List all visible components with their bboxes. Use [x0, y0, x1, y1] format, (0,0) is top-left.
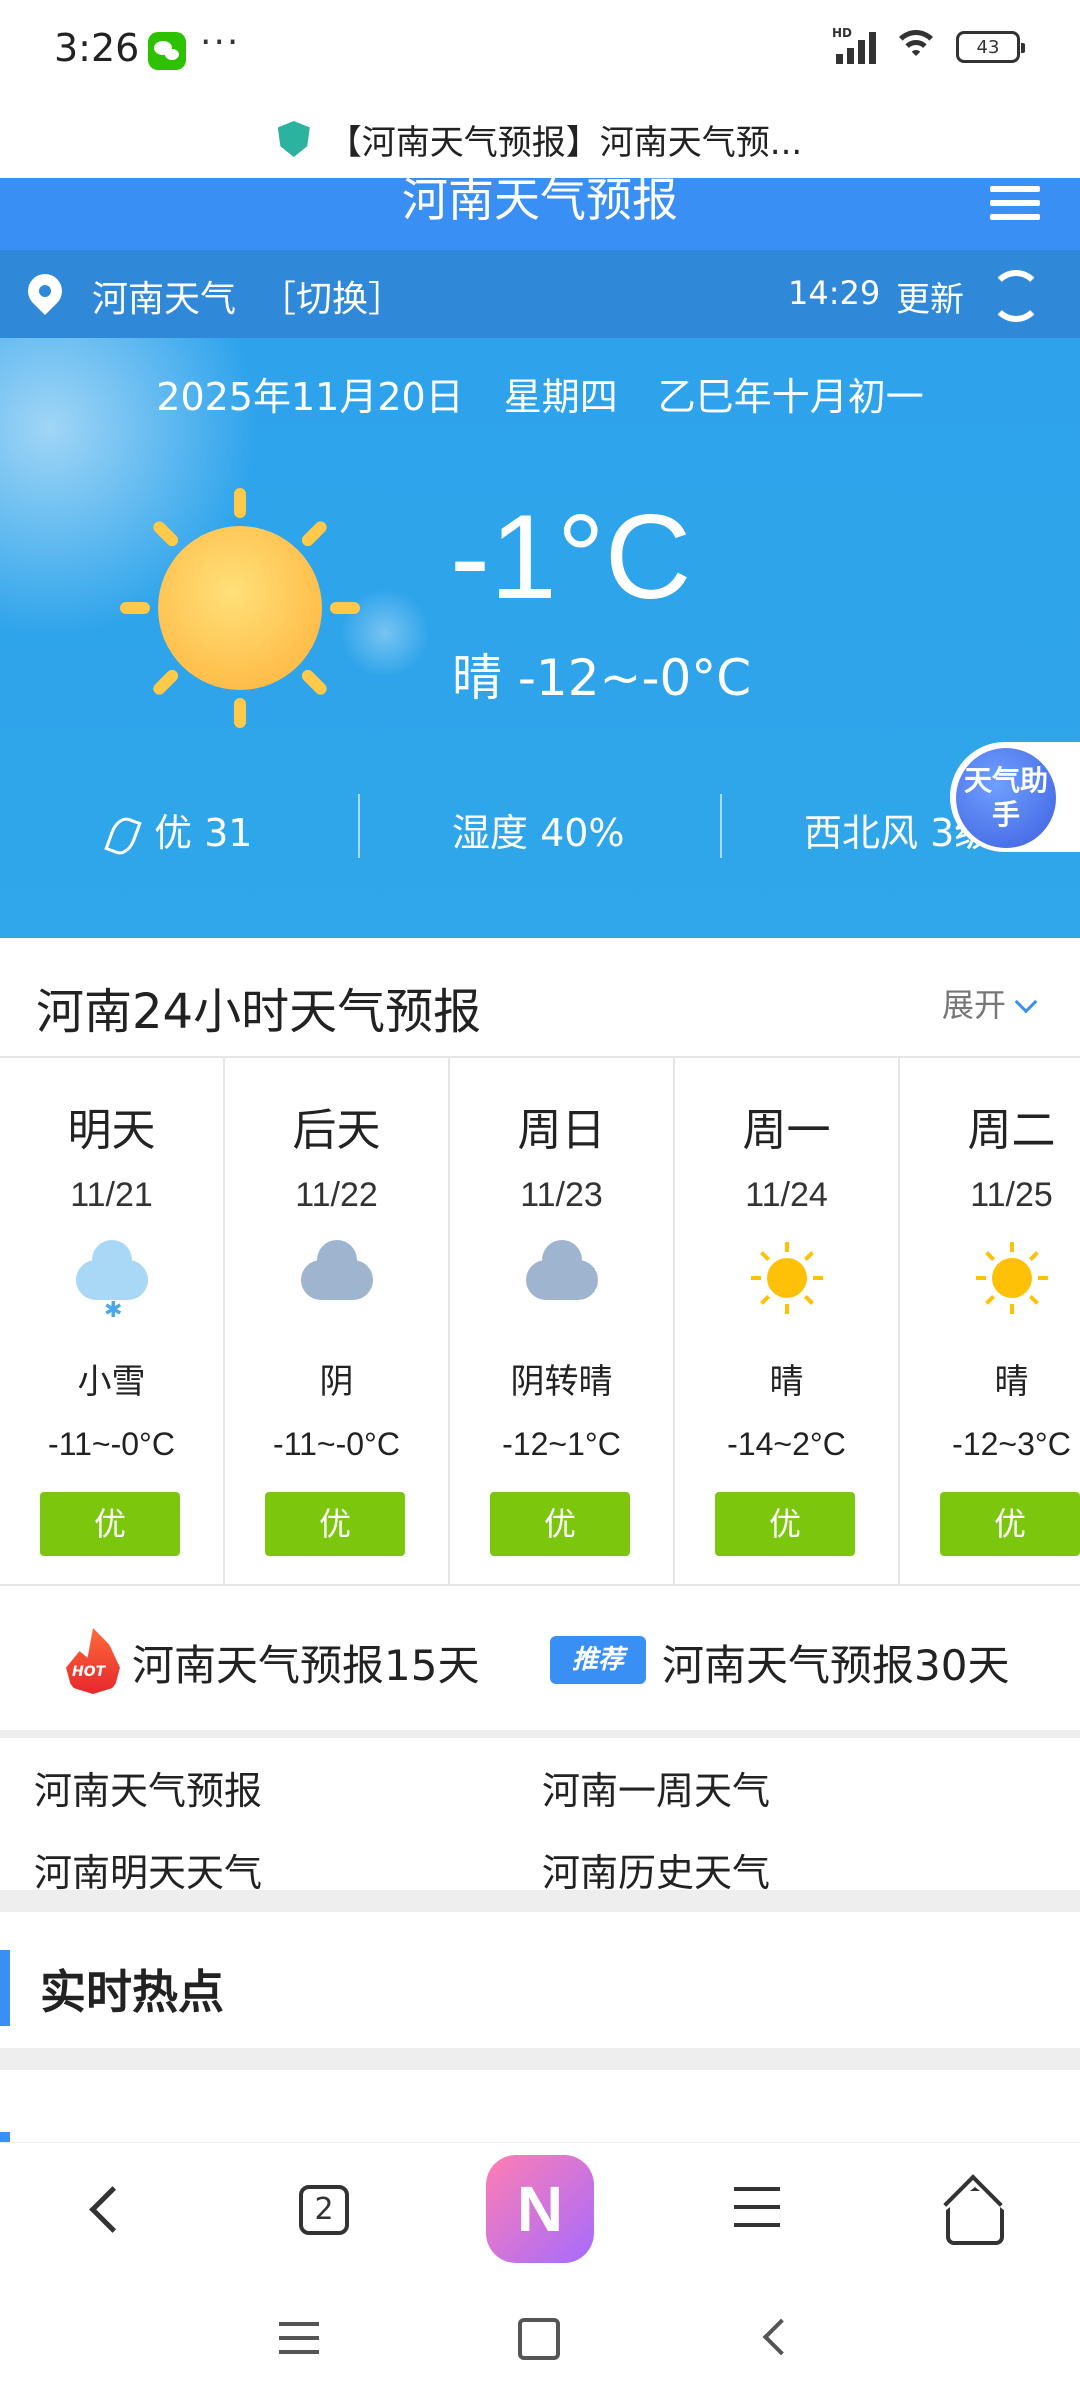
- leaf-icon: [104, 813, 142, 858]
- recent-apps-icon[interactable]: [274, 2312, 324, 2362]
- update-time: 14:29: [788, 274, 881, 312]
- humidity: 湿度 40%: [452, 811, 625, 855]
- forecast-day[interactable]: 明天 11/21 ✱ 小雪 -11~-0°C 优: [0, 1058, 225, 1584]
- sun-icon: [747, 1238, 827, 1318]
- next-section-peek: [0, 2092, 1080, 2142]
- forecast-day[interactable]: 周二 11/25 晴 -12~3°C 优: [900, 1058, 1080, 1584]
- date: 2025年11月20日: [156, 375, 464, 419]
- system-home-icon[interactable]: [512, 2312, 562, 2362]
- site-header: 河南天气预报: [0, 178, 1080, 250]
- quick-link[interactable]: 河南天气预报: [34, 1760, 262, 1815]
- forecast-30-days-link[interactable]: 河南天气预报30天: [662, 1632, 1009, 1693]
- forecast-title: 河南24小时天气预报: [36, 984, 482, 1040]
- refresh-label[interactable]: 更新: [896, 272, 964, 321]
- site-name: 河南天气预报: [402, 178, 678, 227]
- wifi-icon: [892, 30, 940, 64]
- status-time: 3:26: [54, 26, 140, 70]
- system-navigation-bar: [0, 2272, 1080, 2400]
- quick-link[interactable]: 河南一周天气: [542, 1760, 770, 1815]
- forecast-day[interactable]: 后天 11/22 阴 -11~-0°C 优: [225, 1058, 450, 1584]
- browser-title-bar[interactable]: 【河南天气预报】河南天气预...: [0, 100, 1080, 178]
- quick-link[interactable]: 河南历史天气: [542, 1842, 770, 1897]
- page-title: 【河南天气预报】河南天气预...: [327, 122, 803, 163]
- battery-icon: 43: [956, 31, 1025, 63]
- signal-icon: HD: [832, 26, 876, 64]
- cloud-icon: [297, 1238, 377, 1318]
- forecast-section-header: 河南24小时天气预报 展开: [0, 938, 1080, 1058]
- more-notifications-icon: ···: [200, 22, 241, 63]
- wechat-notification-icon: [148, 32, 186, 70]
- today-condition-range: 晴 -12~-0°C: [452, 649, 752, 707]
- aqi-badge: 优: [940, 1492, 1080, 1556]
- switch-city-link[interactable]: ［切换］: [260, 270, 404, 322]
- forecast-day[interactable]: 周一 11/24 晴 -14~2°C 优: [675, 1058, 900, 1584]
- status-bar: 3:26 ··· HD 43: [0, 0, 1080, 100]
- snow-icon: ✱: [72, 1238, 152, 1323]
- system-back-icon[interactable]: [752, 2312, 802, 2362]
- current-weather-panel: 2025年11月20日 星期四 乙巳年十月初一 -1°C 晴 -12~-0°C 优 …: [0, 338, 1080, 938]
- location-city: 河南天气: [92, 279, 237, 320]
- browser-toolbar: 2 N: [0, 2142, 1080, 2272]
- home-icon[interactable]: [932, 2173, 1012, 2253]
- weekday: 星期四: [503, 375, 618, 419]
- aqi-badge: 优: [490, 1492, 630, 1556]
- aqi-badge: 优: [715, 1492, 855, 1556]
- hotspot-title: 实时热点: [40, 1965, 224, 2019]
- recommend-badge: 推荐: [550, 1636, 646, 1684]
- air-quality: 优 31: [104, 802, 252, 858]
- secure-shield-icon: [277, 121, 310, 157]
- forecast-days: 明天 11/21 ✱ 小雪 -11~-0°C 优 后天 11/22 阴 -11~…: [0, 1058, 1080, 1586]
- location-pin-icon: [20, 266, 70, 316]
- current-temperature: -1°C: [450, 490, 692, 624]
- quick-link[interactable]: 河南明天天气: [34, 1842, 262, 1897]
- expand-button[interactable]: 展开: [942, 980, 1038, 1026]
- tabs-icon[interactable]: 2: [284, 2173, 364, 2253]
- back-icon[interactable]: [66, 2173, 146, 2253]
- hotspot-section: 实时热点: [0, 1934, 1080, 2070]
- battery-level: 43: [976, 36, 1000, 58]
- refresh-icon[interactable]: [990, 270, 1042, 322]
- weather-assistant-button[interactable]: 天气助手: [950, 742, 1080, 852]
- sunny-weather-icon: [120, 488, 360, 728]
- weather-assistant-label: 天气助手: [956, 748, 1056, 848]
- location-bar: 河南天气 ［切换］ 14:29 更新: [0, 250, 1080, 338]
- weather-metrics: 优 31 湿度 40% 西北风 3级: [0, 788, 1080, 868]
- tabs-count: 2: [299, 2185, 349, 2235]
- forecast-15-days-link[interactable]: 河南天气预报15天: [132, 1632, 479, 1693]
- quick-links: 河南天气预报 河南一周天气 河南明天天气 河南历史天气: [0, 1738, 1080, 1912]
- sun-icon: [972, 1238, 1052, 1318]
- chevron-down-icon: [1014, 990, 1038, 1014]
- long-range-links: HOT 河南天气预报15天 推荐 河南天气预报30天: [0, 1588, 1080, 1738]
- aqi-badge: 优: [265, 1492, 405, 1556]
- cloud-icon: [522, 1238, 602, 1318]
- lunar-date: 乙巳年十月初一: [657, 375, 924, 419]
- ai-assistant-button[interactable]: N: [486, 2155, 594, 2263]
- hot-flame-icon: HOT: [66, 1628, 120, 1694]
- hamburger-menu-icon[interactable]: [990, 186, 1040, 224]
- date-line: 2025年11月20日 星期四 乙巳年十月初一: [0, 366, 1080, 421]
- aqi-badge: 优: [40, 1492, 180, 1556]
- forecast-day[interactable]: 周日 11/23 阴转晴 -12~1°C 优: [450, 1058, 675, 1584]
- menu-icon[interactable]: [716, 2173, 796, 2253]
